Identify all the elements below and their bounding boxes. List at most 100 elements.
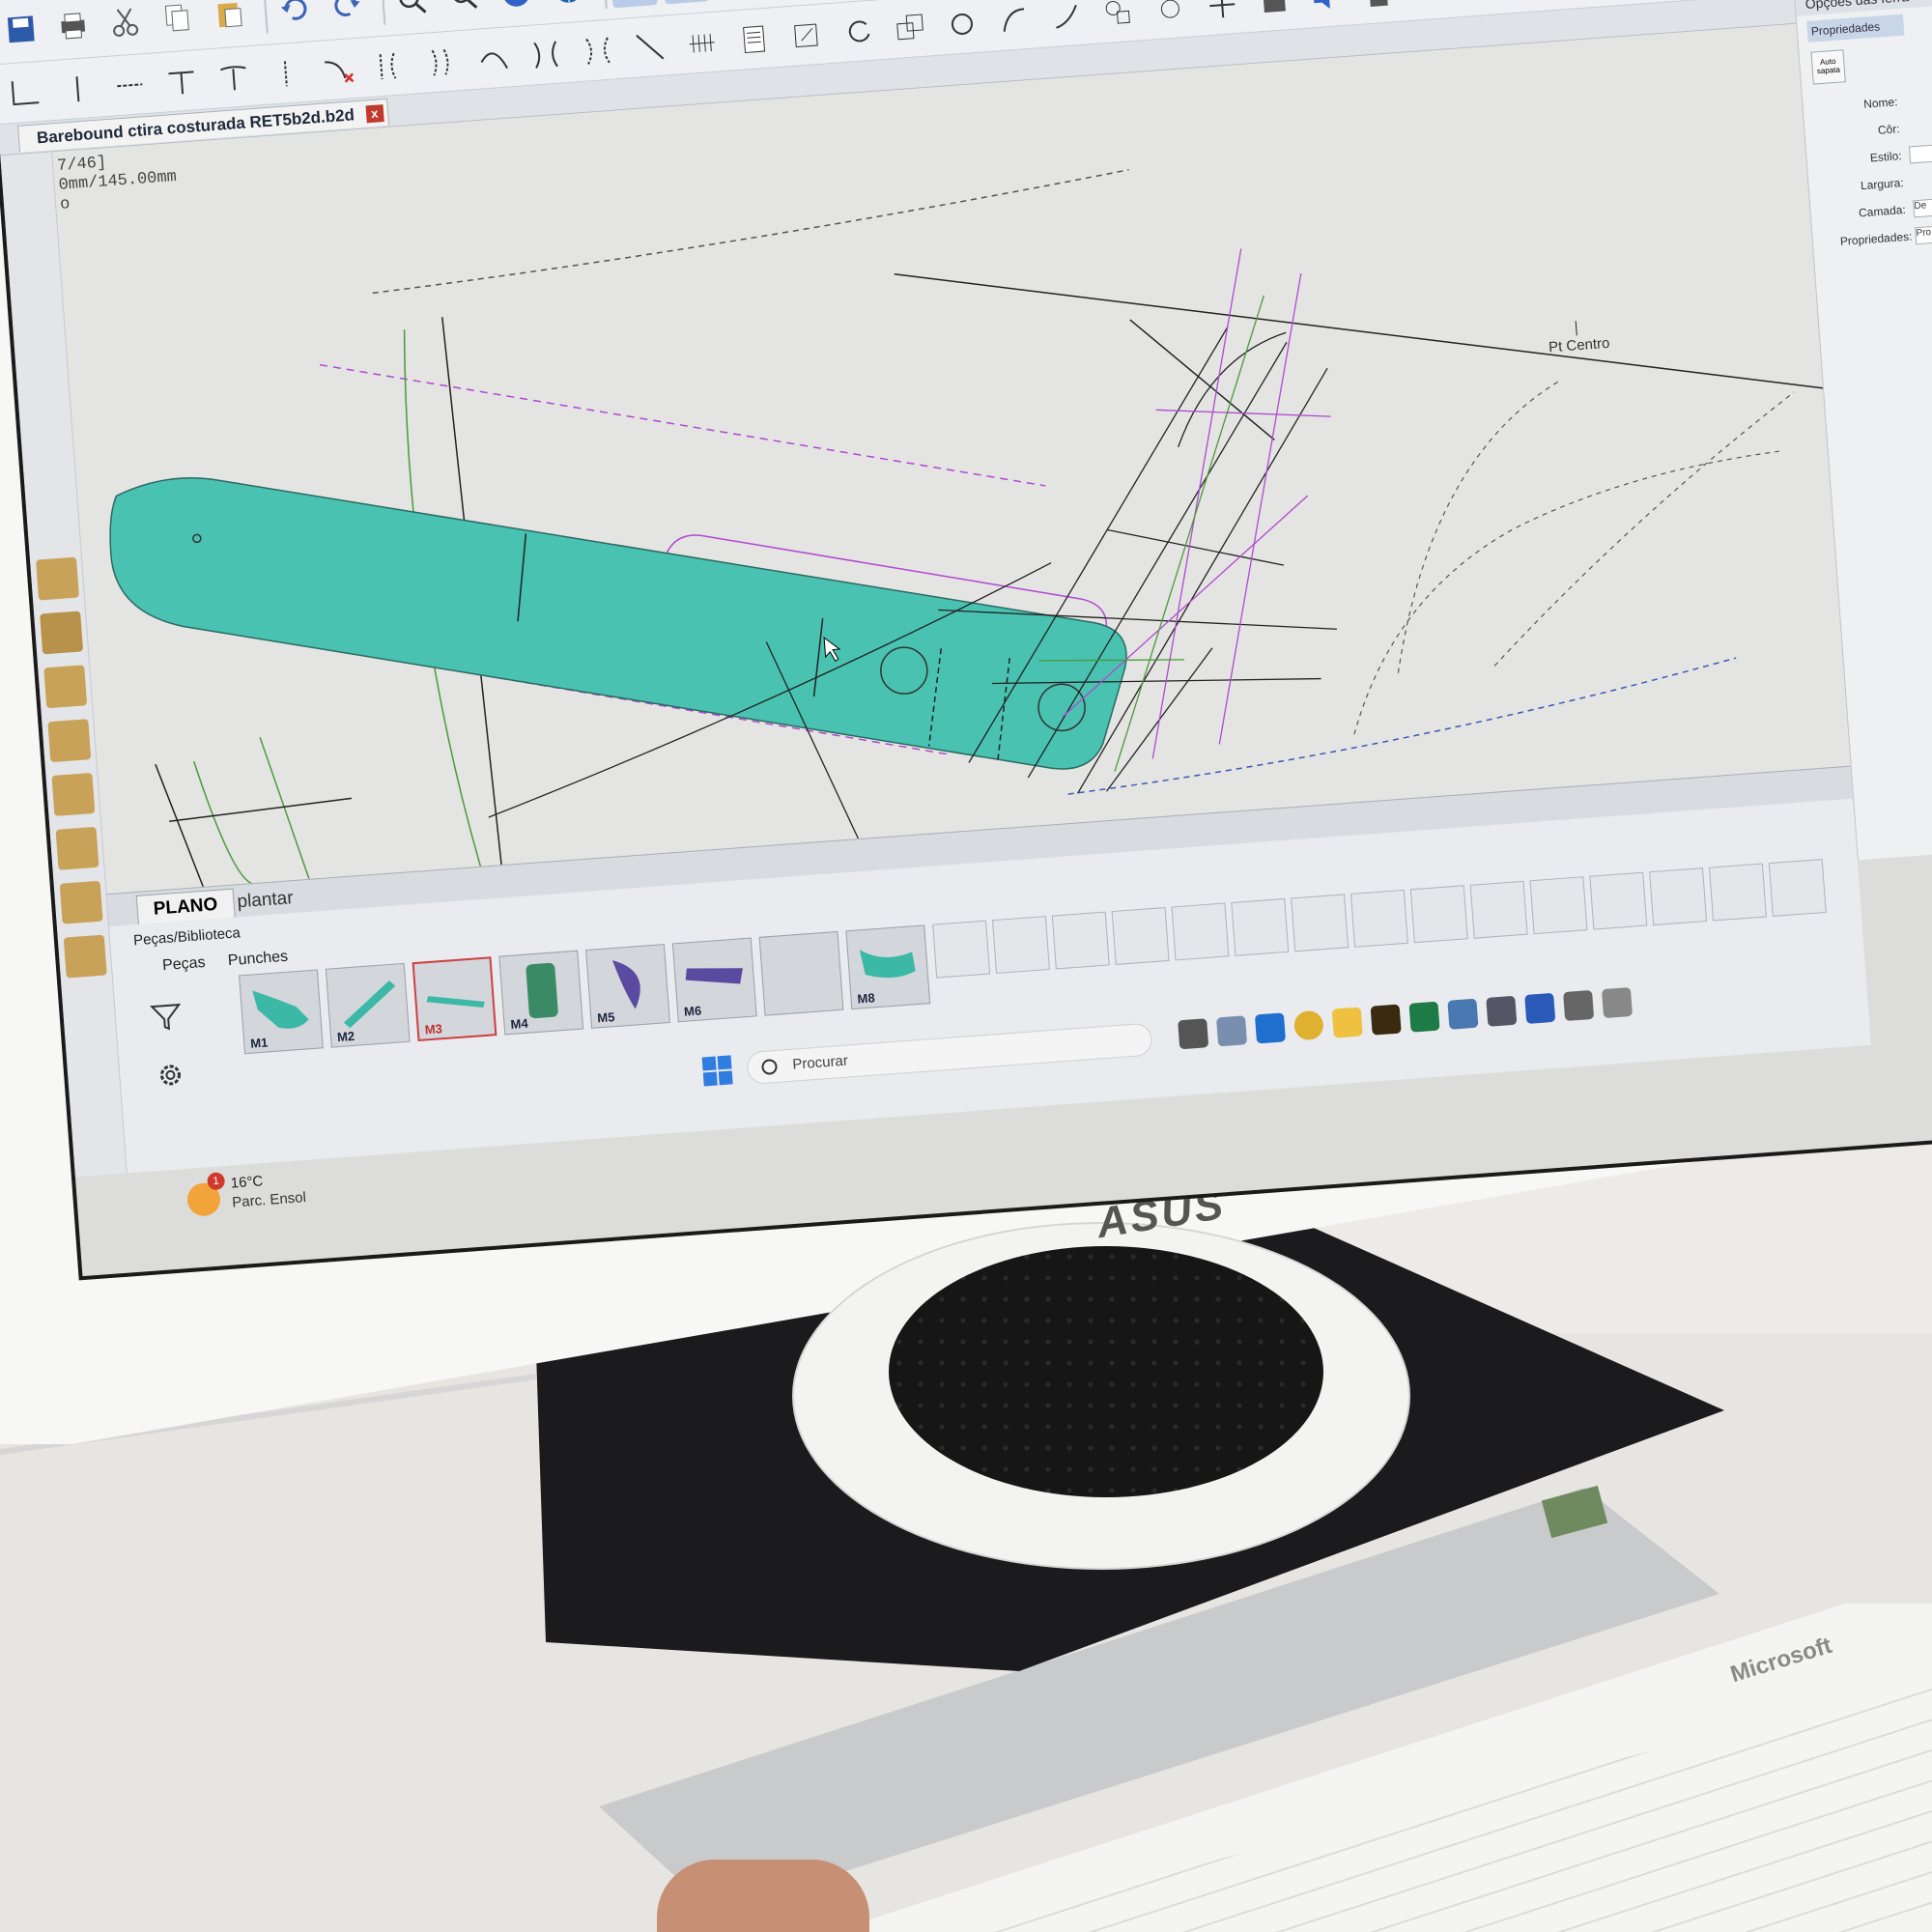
chrome-icon[interactable] [1293,1009,1324,1041]
node-move-icon[interactable] [1147,0,1194,32]
vertical-line-icon[interactable] [54,65,101,112]
photo-scene: ASUS Microsoft ? [0,0,1932,1932]
copy-icon[interactable] [154,0,201,42]
extend-icon[interactable] [522,30,569,77]
library-slot[interactable] [932,920,991,979]
piece-tool-icon[interactable] [36,556,80,601]
library-item-m2[interactable]: M2 [325,962,411,1048]
save-icon[interactable] [0,5,44,52]
paste-icon[interactable] [206,0,253,38]
hide-layer-icon[interactable] [1250,0,1297,24]
lock-icon[interactable] [1354,0,1402,16]
diagonal-icon[interactable] [626,23,673,71]
perpendicular-icon[interactable] [158,57,206,104]
tab-punches[interactable]: Punches [227,949,288,971]
curve-edit-icon[interactable] [990,0,1037,43]
library-slot[interactable] [1231,897,1290,956]
view-piece-icon[interactable] [610,0,658,8]
library-item-m1[interactable]: M1 [239,969,324,1055]
split-line-icon[interactable] [262,49,309,97]
zoom-window-icon[interactable] [388,0,436,24]
parallel-icon[interactable] [366,42,413,89]
offset-icon[interactable] [418,38,466,85]
help-icon[interactable]: ? [493,0,540,16]
library-slot[interactable] [1708,863,1767,922]
windows-start-icon[interactable] [701,1055,733,1087]
notepad-icon[interactable] [1447,998,1479,1030]
library-slot[interactable] [1291,894,1350,952]
rotate-shape-icon[interactable] [938,0,985,47]
node-scale-icon[interactable] [1094,0,1142,36]
dashed-curve [1353,450,1779,735]
library-slot[interactable] [1768,859,1827,918]
library-slot[interactable] [1649,867,1708,926]
copy-shape-icon[interactable] [886,4,933,51]
delete-curve-icon[interactable] [314,45,361,93]
piece-thumbnail [611,960,640,1009]
properties-tab[interactable]: Propriedades [1806,14,1905,43]
library-item-m6[interactable]: M6 [671,937,757,1023]
library-item-empty[interactable] [758,930,844,1016]
library-slot[interactable] [1409,885,1468,944]
library-item-m8[interactable]: M8 [845,924,931,1010]
join-icon[interactable] [574,27,621,74]
curve-smooth-icon[interactable] [1042,0,1090,40]
ruler-marks-icon[interactable] [678,19,725,67]
zoom-icon[interactable] [440,0,488,20]
pan-icon[interactable] [1199,0,1246,28]
piece-seam-icon[interactable] [47,719,92,763]
app-icon[interactable] [1601,986,1634,1019]
tangent-icon[interactable] [210,53,257,100]
piece-fold-icon[interactable] [51,773,96,816]
document-icon[interactable] [730,15,778,63]
rotate-icon[interactable] [835,8,882,55]
arc-icon[interactable] [470,34,518,81]
library-slot[interactable] [1529,876,1588,935]
cut-icon[interactable] [101,0,149,45]
settings-gear-icon[interactable] [152,1057,189,1094]
library-slot[interactable] [1469,880,1528,939]
undo-icon[interactable] [270,0,318,33]
close-tab-icon[interactable]: x [365,104,384,124]
tab-pecas[interactable]: Peças [162,954,207,975]
print-icon[interactable] [49,1,97,48]
web-globe-icon[interactable] [545,0,592,13]
piece-mark-icon[interactable] [59,880,103,924]
library-item-m5[interactable]: M5 [585,944,670,1029]
library-slot[interactable] [991,916,1050,975]
properties-select[interactable]: Pro [1915,224,1932,245]
library-item-m4[interactable]: M4 [498,950,584,1036]
word-icon[interactable] [1524,992,1556,1024]
angle-line-icon[interactable] [2,69,49,116]
weather-widget[interactable]: 1 16°C Parc. Ensol [182,1161,379,1233]
library-slot[interactable] [1111,907,1170,965]
piece-insert-icon[interactable] [63,934,107,979]
filter-icon[interactable] [148,999,185,1037]
illustrator-icon[interactable] [1370,1004,1402,1036]
style-select[interactable] [1908,143,1932,164]
sound-icon[interactable] [1302,0,1350,20]
app-icon[interactable] [1216,1015,1248,1047]
task-view-icon[interactable] [1178,1018,1209,1050]
library-slot[interactable] [1589,871,1648,930]
library-item-m3[interactable]: M3 [412,956,497,1042]
piece-delete-icon[interactable] [55,826,99,870]
move-icon[interactable] [782,12,830,59]
app-icon[interactable] [1486,995,1518,1027]
library-slot[interactable] [1171,902,1230,961]
library-slot[interactable] [1350,889,1408,948]
drawing-canvas[interactable]: 7/46] 0mm/145.00mm o Pt Centro [52,23,1851,895]
outlook-icon[interactable] [1254,1012,1287,1044]
3d-view-icon[interactable] [40,611,84,655]
redo-icon[interactable] [323,0,370,29]
view-piece-outline-icon[interactable] [662,0,710,4]
library-slot[interactable] [1051,911,1110,970]
auto-sapata-button[interactable]: Auto sapata [1810,49,1846,85]
excel-icon[interactable] [1408,1001,1440,1033]
app-icon[interactable] [1563,989,1595,1022]
file-explorer-icon[interactable] [1331,1007,1363,1038]
horizontal-line-icon[interactable] [106,61,154,108]
piece-outline-icon[interactable] [43,665,88,709]
layer-select[interactable]: De [1912,197,1932,218]
toolbar-separator [263,0,269,34]
